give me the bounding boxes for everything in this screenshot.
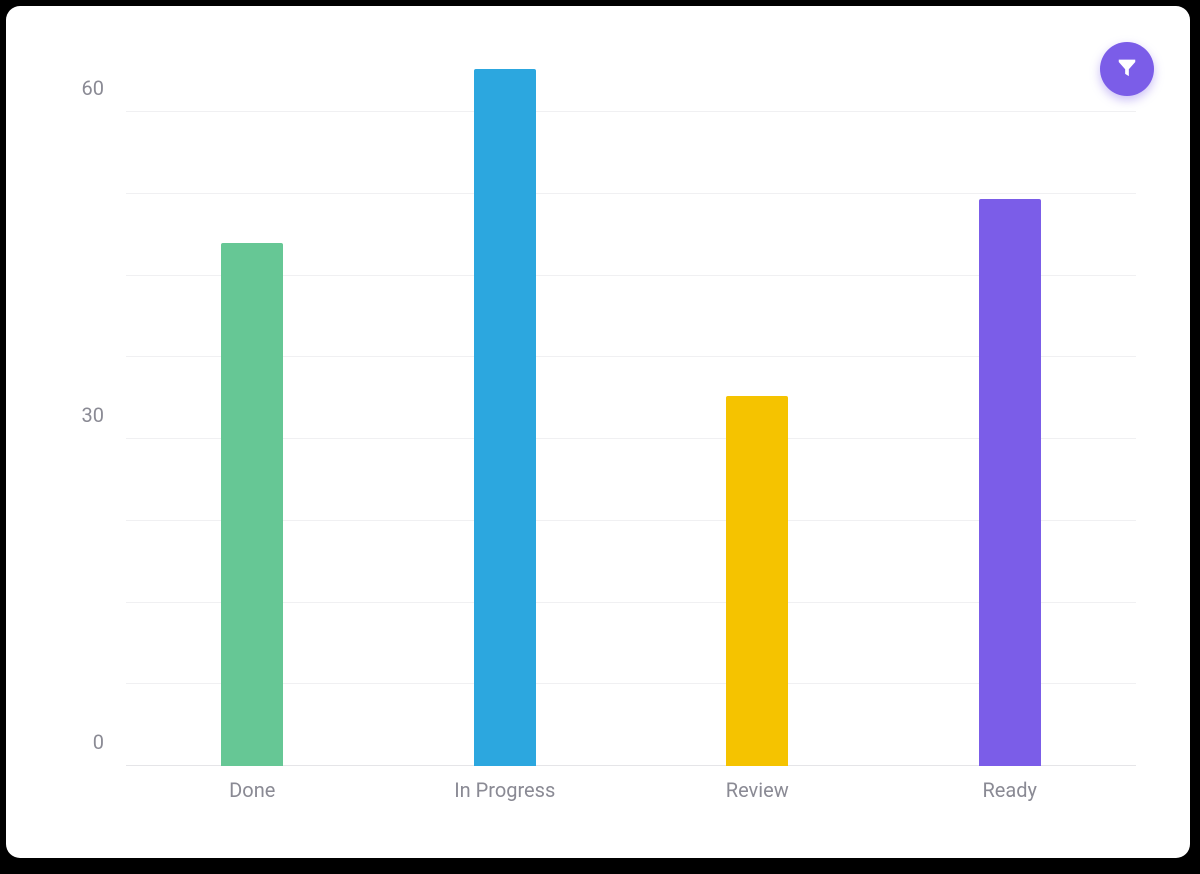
- x-tick-label: Review: [631, 778, 884, 818]
- bar-slot: [379, 36, 632, 766]
- x-tick-label: Ready: [884, 778, 1137, 818]
- bar-slot: [884, 36, 1137, 766]
- x-tick-label: Done: [126, 778, 379, 818]
- bar-slot: [631, 36, 884, 766]
- bar-slot: [126, 36, 379, 766]
- x-axis: DoneIn ProgressReviewReady: [126, 778, 1136, 818]
- y-tick-label: 30: [82, 403, 104, 427]
- x-tick-label: In Progress: [379, 778, 632, 818]
- chart-card: 0 30 60 DoneIn ProgressReviewReady: [6, 6, 1190, 858]
- bar-in-progress: [474, 69, 536, 766]
- plot-area: [126, 36, 1136, 766]
- y-axis: 0 30 60: [56, 36, 116, 766]
- bar-review: [726, 396, 788, 766]
- bars-container: [126, 36, 1136, 766]
- y-tick-label: 0: [93, 730, 104, 754]
- bar-ready: [979, 199, 1041, 766]
- bar-done: [221, 243, 283, 766]
- y-tick-label: 60: [82, 76, 104, 100]
